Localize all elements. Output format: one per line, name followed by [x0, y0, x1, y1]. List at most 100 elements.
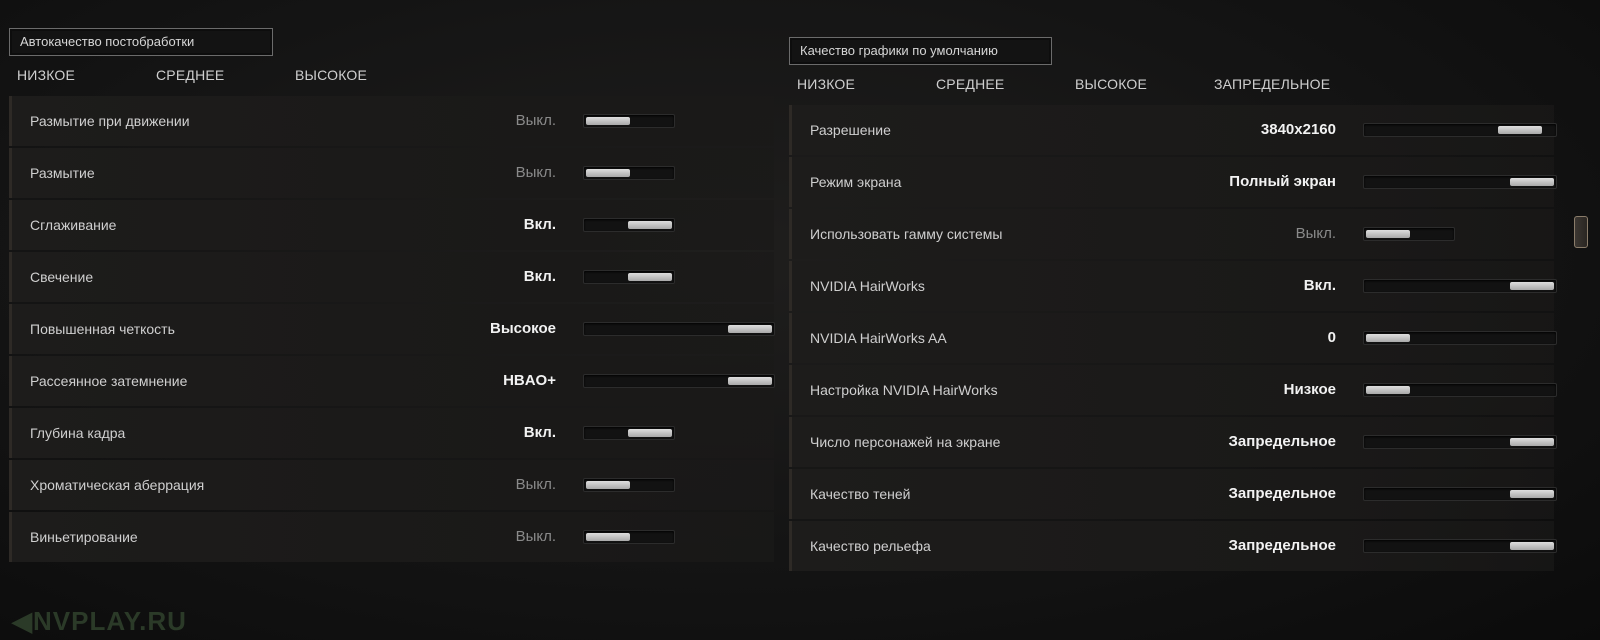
setting-label: Рассеянное затемнение	[30, 373, 188, 389]
setting-row[interactable]: Режим экрана Полный экран	[789, 157, 1557, 207]
graphics-settings-list: Разрешение 3840x2160 Режим экрана Полный эк…	[789, 105, 1557, 571]
setting-label: Свечение	[30, 269, 94, 285]
setting-row[interactable]: Настройка NVIDIA HairWorks Низкое	[789, 365, 1557, 415]
value-slider[interactable]	[1363, 539, 1557, 553]
watermark-logo: ◀NVPLAY.RU	[12, 606, 187, 636]
toggle-slider[interactable]	[583, 426, 675, 440]
setting-label: NVIDIA HairWorks	[810, 278, 925, 294]
setting-label: Глубина кадра	[30, 425, 126, 441]
setting-row[interactable]: NVIDIA HairWorks Вкл.	[789, 261, 1557, 311]
setting-row[interactable]: Качество теней Запредельное	[789, 469, 1557, 519]
slider-handle[interactable]	[586, 533, 630, 541]
setting-value: 0	[1327, 329, 1336, 346]
slider-handle[interactable]	[1510, 542, 1554, 550]
slider-handle[interactable]	[586, 169, 630, 177]
slider-handle[interactable]	[1366, 230, 1410, 238]
slider-handle[interactable]	[1510, 438, 1554, 446]
value-slider[interactable]	[1363, 383, 1557, 397]
post-processing-preset-dropdown[interactable]: Автокачество постобработки	[9, 28, 273, 56]
setting-row[interactable]: Сглаживание Вкл.	[9, 200, 774, 250]
graphics-preset-dropdown[interactable]: Качество графики по умолчанию	[789, 37, 1052, 65]
toggle-slider[interactable]	[583, 478, 675, 492]
preset-option[interactable]: ВЫСОКОЕ	[295, 67, 367, 83]
slider-handle[interactable]	[628, 429, 672, 437]
slider-handle[interactable]	[728, 325, 772, 333]
slider-handle[interactable]	[1498, 126, 1542, 134]
setting-value: HBAO+	[503, 372, 556, 389]
setting-row[interactable]: Разрешение 3840x2160	[789, 105, 1557, 155]
setting-label: Настройка NVIDIA HairWorks	[810, 382, 998, 398]
setting-row[interactable]: Глубина кадра Вкл.	[9, 408, 774, 458]
preset-option[interactable]: ЗАПРЕДЕЛЬНОЕ	[1214, 76, 1330, 92]
setting-label: Качество теней	[810, 486, 911, 502]
value-slider[interactable]	[1363, 279, 1557, 293]
setting-label: Размытие	[30, 165, 95, 181]
scrollbar-thumb[interactable]	[1574, 216, 1588, 248]
setting-row[interactable]: Число персонажей на экране Запредельное	[789, 417, 1557, 467]
slider-handle[interactable]	[586, 481, 630, 489]
value-slider[interactable]	[583, 374, 775, 388]
setting-row[interactable]: Качество рельефа Запредельное	[789, 521, 1557, 571]
setting-label: Размытие при движении	[30, 113, 190, 129]
setting-row[interactable]: Свечение Вкл.	[9, 252, 774, 302]
post-processing-preset-options: НИЗКОЕ СРЕДНЕЕ ВЫСОКОЕ	[9, 56, 774, 96]
setting-label: Повышенная четкость	[30, 321, 175, 337]
preset-option[interactable]: СРЕДНЕЕ	[936, 76, 1004, 92]
value-slider[interactable]	[1363, 123, 1557, 137]
setting-row[interactable]: Рассеянное затемнение HBAO+	[9, 356, 775, 406]
preset-option[interactable]: ВЫСОКОЕ	[1075, 76, 1147, 92]
setting-row[interactable]: Хроматическая аберрация Выкл.	[9, 460, 774, 510]
value-slider[interactable]	[1363, 487, 1557, 501]
post-processing-settings-list: Размытие при движении Выкл. Размытие Выкл. С…	[9, 96, 775, 562]
graphics-preset-options: НИЗКОЕ СРЕДНЕЕ ВЫСОКОЕ ЗАПРЕДЕЛЬНОЕ	[789, 65, 1569, 105]
setting-value: Запредельное	[1228, 485, 1336, 502]
toggle-slider[interactable]	[583, 530, 675, 544]
setting-value: Низкое	[1283, 381, 1336, 398]
value-slider[interactable]	[1363, 175, 1557, 189]
post-processing-panel: Автокачество постобработки НИЗКОЕ СРЕДНЕЕ…	[9, 28, 775, 564]
setting-row[interactable]: Повышенная четкость Высокое	[9, 304, 775, 354]
preset-option[interactable]: НИЗКОЕ	[797, 76, 855, 92]
setting-value: Запредельное	[1228, 433, 1336, 450]
setting-value: 3840x2160	[1260, 121, 1336, 138]
setting-row[interactable]: Виньетирование Выкл.	[9, 512, 774, 562]
toggle-slider[interactable]	[1363, 227, 1455, 241]
setting-label: Режим экрана	[810, 174, 902, 190]
setting-label: NVIDIA HairWorks AA	[810, 330, 947, 346]
setting-label: Сглаживание	[30, 217, 117, 233]
preset-option[interactable]: СРЕДНЕЕ	[156, 67, 224, 83]
graphics-panel: Качество графики по умолчанию НИЗКОЕ СРЕД…	[789, 37, 1569, 573]
toggle-slider[interactable]	[583, 270, 675, 284]
setting-label: Хроматическая аберрация	[30, 477, 205, 493]
setting-row[interactable]: Размытие при движении Выкл.	[9, 96, 774, 146]
slider-handle[interactable]	[628, 273, 672, 281]
slider-handle[interactable]	[628, 221, 672, 229]
setting-value: Выкл.	[515, 528, 556, 545]
value-slider[interactable]	[583, 322, 775, 336]
setting-value: Вкл.	[1303, 277, 1336, 294]
setting-row[interactable]: NVIDIA HairWorks AA 0	[789, 313, 1557, 363]
setting-value: Полный экран	[1229, 173, 1336, 190]
setting-label: Использовать гамму системы	[810, 226, 1003, 242]
value-slider[interactable]	[1363, 331, 1557, 345]
setting-value: Вкл.	[523, 424, 556, 441]
toggle-slider[interactable]	[583, 114, 675, 128]
slider-handle[interactable]	[1510, 282, 1554, 290]
slider-handle[interactable]	[728, 377, 772, 385]
toggle-slider[interactable]	[583, 166, 675, 180]
slider-handle[interactable]	[1366, 334, 1410, 342]
setting-row[interactable]: Размытие Выкл.	[9, 148, 774, 198]
value-slider[interactable]	[1363, 435, 1557, 449]
setting-label: Виньетирование	[30, 529, 138, 545]
setting-row[interactable]: Использовать гамму системы Выкл.	[789, 209, 1554, 259]
preset-option[interactable]: НИЗКОЕ	[17, 67, 75, 83]
slider-handle[interactable]	[1510, 490, 1554, 498]
slider-handle[interactable]	[1366, 386, 1410, 394]
setting-value: Выкл.	[515, 164, 556, 181]
toggle-slider[interactable]	[583, 218, 675, 232]
slider-handle[interactable]	[586, 117, 630, 125]
setting-value: Вкл.	[523, 216, 556, 233]
slider-handle[interactable]	[1510, 178, 1554, 186]
setting-label: Качество рельефа	[810, 538, 931, 554]
setting-value: Вкл.	[523, 268, 556, 285]
